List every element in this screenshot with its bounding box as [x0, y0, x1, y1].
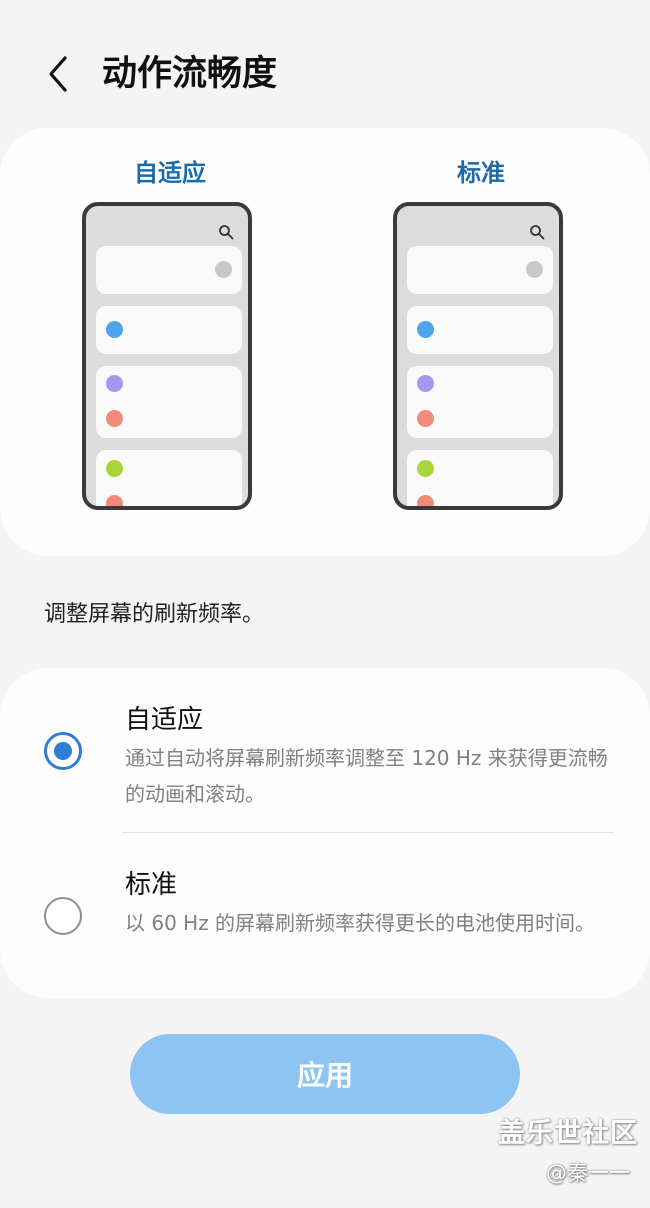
standard-phone-mockup	[393, 202, 563, 510]
mockup-red-dot	[417, 495, 434, 506]
adaptive-phone-mockup	[82, 202, 252, 510]
search-icon	[530, 225, 545, 240]
mockup-card	[407, 366, 553, 438]
mockup-purple-dot	[417, 375, 434, 392]
option-adaptive-title: 自适应	[125, 705, 204, 735]
mockup-card	[407, 450, 553, 506]
standard-preview-label: 标准	[457, 159, 505, 187]
option-standard-description: 以 60 Hz 的屏幕刷新频率获得更长的电池使用时间。	[125, 911, 596, 935]
back-button[interactable]	[30, 46, 86, 102]
page-title: 动作流畅度	[102, 54, 278, 94]
mockup-toggle-dot	[526, 261, 543, 278]
mockup-green-dot	[106, 460, 123, 477]
mockup-red-dot	[417, 410, 434, 427]
mockup-card	[407, 306, 553, 354]
option-standard[interactable]: 标准 以 60 Hz 的屏幕刷新频率获得更长的电池使用时间。	[0, 833, 650, 998]
mockup-card	[96, 306, 242, 354]
apply-button[interactable]: 应用	[130, 1034, 520, 1114]
adaptive-preview-label: 自适应	[134, 159, 206, 187]
option-adaptive-description: 通过自动将屏幕刷新频率调整至 120 Hz 来获得更流畅的动画和滚动。	[125, 746, 608, 806]
preview-card: 自适应 标准	[0, 128, 650, 556]
mockup-card	[407, 246, 553, 294]
search-icon	[219, 225, 234, 240]
mockup-green-dot	[417, 460, 434, 477]
watermark-user: @秦一一	[546, 1161, 630, 1185]
option-standard-title: 标准	[125, 870, 178, 900]
mockup-card	[96, 246, 242, 294]
watermark-brand: 盖乐世社区	[498, 1118, 638, 1149]
mockup-toggle-dot	[215, 261, 232, 278]
mockup-blue-dot	[417, 321, 434, 338]
mockup-card	[96, 450, 242, 506]
radio-adaptive[interactable]	[44, 732, 82, 770]
mockup-card	[96, 366, 242, 438]
mockup-purple-dot	[106, 375, 123, 392]
mockup-blue-dot	[106, 321, 123, 338]
chevron-left-icon	[49, 56, 67, 92]
mockup-red-dot	[106, 495, 123, 506]
mockup-red-dot	[106, 410, 123, 427]
refresh-rate-description: 调整屏幕的刷新频率。	[44, 602, 265, 627]
radio-standard[interactable]	[44, 897, 82, 935]
option-adaptive[interactable]: 自适应 通过自动将屏幕刷新频率调整至 120 Hz 来获得更流畅的动画和滚动。	[0, 668, 650, 832]
refresh-rate-options: 自适应 通过自动将屏幕刷新频率调整至 120 Hz 来获得更流畅的动画和滚动。 …	[0, 668, 650, 998]
